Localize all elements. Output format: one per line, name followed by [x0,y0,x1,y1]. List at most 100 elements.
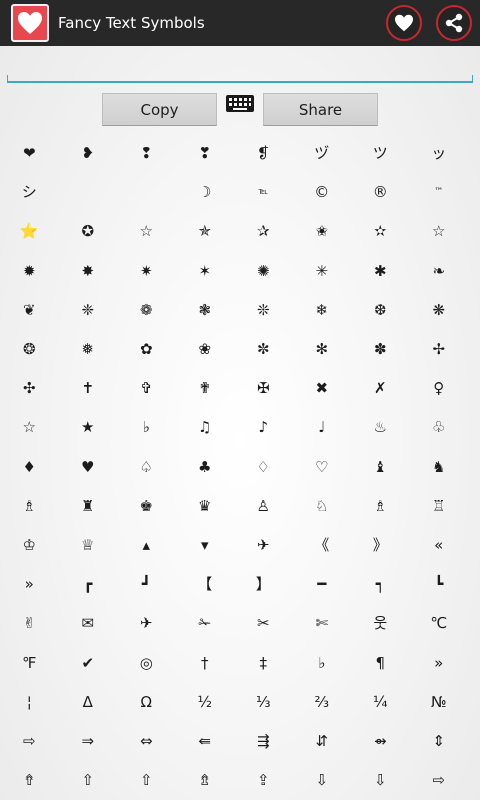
symbol-cell[interactable]: ❤ [0,134,59,173]
symbol-cell[interactable]: ⇚ [176,722,235,761]
keyboard-icon[interactable] [226,95,254,112]
symbol-cell[interactable]: ⇕ [410,722,469,761]
symbol-cell[interactable]: © [293,173,352,212]
symbol-cell[interactable]: ♥ [59,448,118,487]
symbol-cell[interactable]: ✺ [234,252,293,291]
symbol-cell[interactable]: ⇶ [234,722,293,761]
symbol-cell[interactable]: ◎ [117,643,176,682]
symbol-cell[interactable]: Ω [117,683,176,722]
symbol-cell[interactable]: ® [351,173,410,212]
symbol-cell[interactable]: ⇩ [293,761,352,800]
symbol-cell[interactable]: ❅ [59,330,118,369]
symbol-cell[interactable]: ✟ [176,369,235,408]
symbol-cell[interactable]: ❡ [234,134,293,173]
symbol-cell[interactable]: ★ [59,408,118,447]
symbol-cell[interactable]: ✞ [117,369,176,408]
symbol-cell[interactable]: ✠ [234,369,293,408]
symbol-cell[interactable]: ⅔ [293,683,352,722]
symbol-cell[interactable]: ❥ [59,134,118,173]
symbol-cell[interactable]: ⇩ [351,761,410,800]
symbol-cell[interactable]: ❊ [234,291,293,330]
symbol-cell[interactable]: ½ [176,683,235,722]
symbol-cell[interactable]: ♭ [293,643,352,682]
symbol-cell[interactable]: ♩ [293,408,352,447]
symbol-cell[interactable]: ☆ [0,408,59,447]
symbol-cell[interactable]: ▾ [176,526,235,565]
symbol-cell[interactable]: 웃 [351,604,410,643]
symbol-cell[interactable]: ツ [351,134,410,173]
symbol-cell[interactable]: ❆ [351,291,410,330]
symbol-cell[interactable]: ✰ [234,212,293,251]
symbol-cell[interactable]: ✻ [293,330,352,369]
symbol-cell[interactable]: ✖ [293,369,352,408]
symbol-cell[interactable]: ✸ [59,252,118,291]
symbol-cell[interactable]: ⇴ [351,722,410,761]
symbol-cell[interactable]: ♗ [351,487,410,526]
symbol-cell[interactable]: ♔ [0,526,59,565]
symbol-cell[interactable]: ⇮ [0,761,59,800]
symbol-cell[interactable]: « [410,526,469,565]
symbol-cell[interactable]: ⇪ [234,761,293,800]
symbol-cell[interactable]: ✬ [293,212,352,251]
symbol-cell[interactable]: ✳ [293,252,352,291]
symbol-cell[interactable]: ♪ [234,408,293,447]
symbol-cell[interactable]: ❄ [293,291,352,330]
symbol-cell[interactable]: № [410,683,469,722]
symbol-cell[interactable]: ⇨ [410,761,469,800]
symbol-cell[interactable]: ❂ [0,330,59,369]
symbol-cell[interactable]: ヅ [293,134,352,173]
symbol-cell[interactable]: ✪ [59,212,118,251]
symbol-cell[interactable]: ッ [410,134,469,173]
symbol-cell[interactable]: 》 [351,526,410,565]
symbol-cell[interactable]: ♖ [410,487,469,526]
symbol-cell[interactable]: » [0,565,59,604]
symbol-cell[interactable]: ✽ [351,330,410,369]
symbol-cell[interactable]: Δ [59,683,118,722]
symbol-text-input[interactable] [7,55,473,81]
symbol-cell[interactable] [117,173,176,212]
symbol-cell[interactable]: ♦ [0,448,59,487]
symbol-cell[interactable]: ♣ [176,448,235,487]
symbol-cell[interactable]: ♘ [293,487,352,526]
symbol-cell[interactable]: ✼ [234,330,293,369]
share-button[interactable]: Share [263,93,378,126]
symbol-cell[interactable]: ⇒ [59,722,118,761]
symbol-cell[interactable]: ❦ [0,291,59,330]
symbol-cell[interactable]: ™ [410,173,469,212]
symbol-cell[interactable]: ℡ [234,173,293,212]
symbol-cell[interactable]: ✿ [117,330,176,369]
symbol-cell[interactable]: ┑ [351,565,410,604]
symbol-cell[interactable]: ⇵ [293,722,352,761]
symbol-cell[interactable]: ❈ [59,291,118,330]
symbol-cell[interactable]: ♢ [234,448,293,487]
symbol-cell[interactable]: ♭ [117,408,176,447]
symbol-cell[interactable]: ❢ [117,134,176,173]
symbol-cell[interactable]: ♨ [351,408,410,447]
symbol-cell[interactable]: ❋ [410,291,469,330]
symbol-cell[interactable]: ¦ [0,683,59,722]
symbol-cell[interactable]: ☆ [410,212,469,251]
symbol-cell[interactable]: ✁ [176,604,235,643]
symbol-cell[interactable]: ♚ [117,487,176,526]
symbol-cell[interactable]: ♜ [59,487,118,526]
symbol-cell[interactable]: » [410,643,469,682]
symbol-cell[interactable]: ♞ [410,448,469,487]
symbol-cell[interactable]: ✹ [0,252,59,291]
symbol-cell[interactable]: ♧ [410,408,469,447]
symbol-cell[interactable]: ♝ [351,448,410,487]
symbol-cell[interactable]: ♕ [59,526,118,565]
symbol-cell[interactable]: ✈ [234,526,293,565]
symbol-cell[interactable]: ⇨ [0,722,59,761]
symbol-cell[interactable] [59,173,118,212]
symbol-cell[interactable]: ⇧ [117,761,176,800]
symbol-cell[interactable]: ━ [293,565,352,604]
symbol-cell[interactable]: ✄ [293,604,352,643]
symbol-cell[interactable]: ♗ [0,487,59,526]
symbol-cell[interactable]: ♀ [410,369,469,408]
symbol-cell[interactable]: ✂ [234,604,293,643]
symbol-cell[interactable]: ⇧ [59,761,118,800]
symbol-cell[interactable]: ❧ [410,252,469,291]
symbol-cell[interactable]: ☆ [117,212,176,251]
symbol-cell[interactable]: ♫ [176,408,235,447]
symbol-cell[interactable]: ♛ [176,487,235,526]
